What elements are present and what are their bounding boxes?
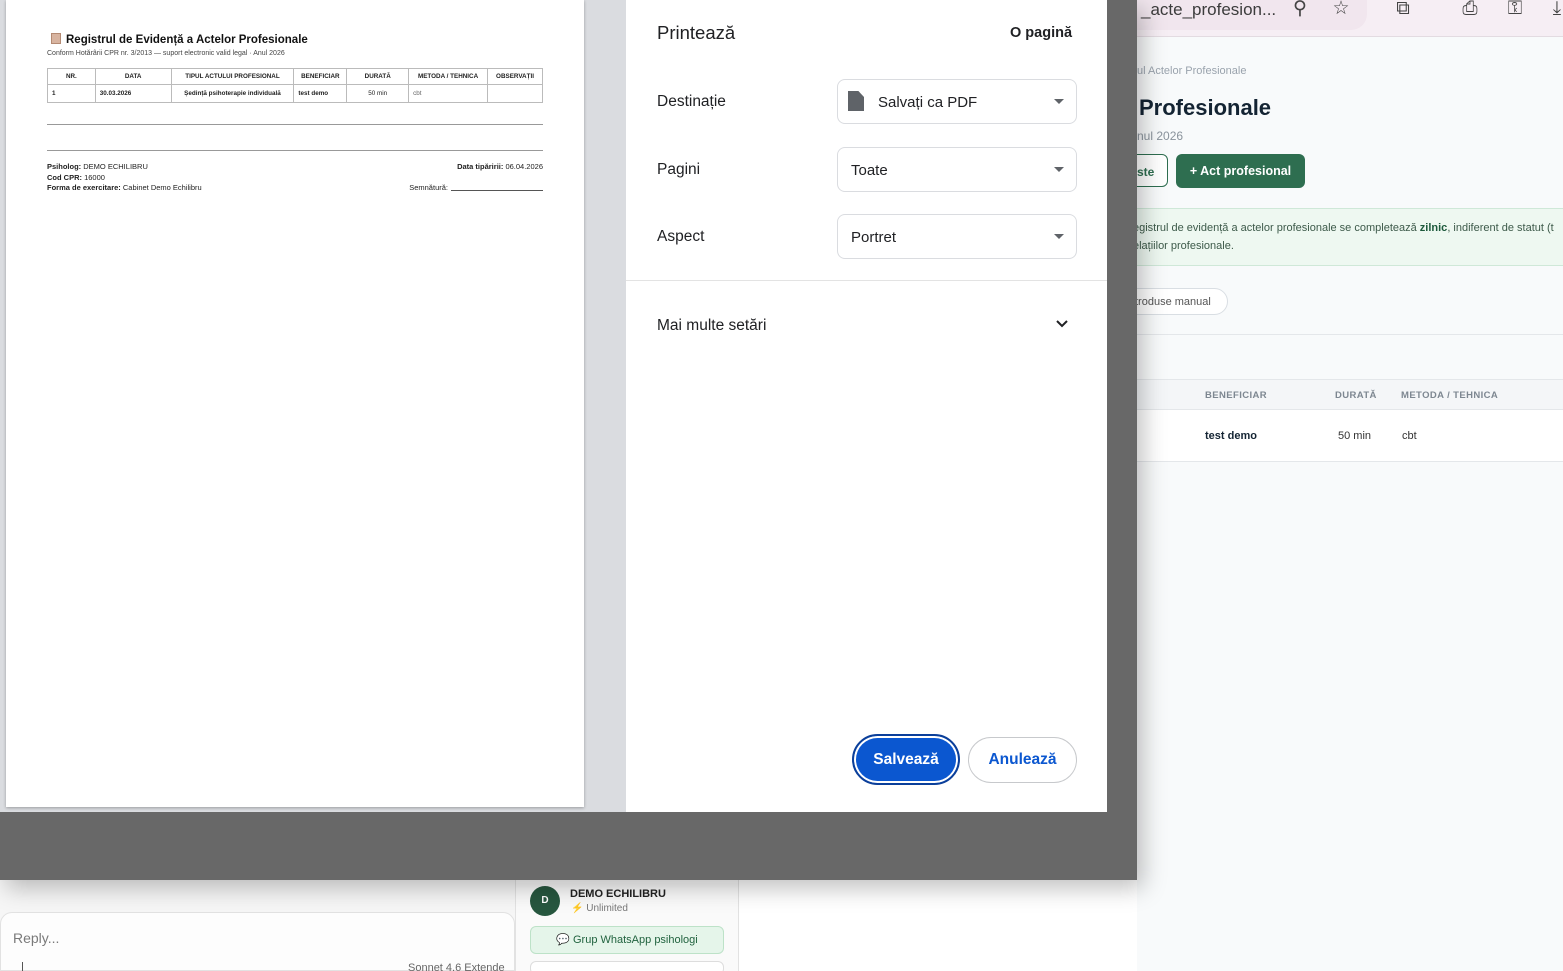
zoom-icon[interactable]: ⚲ <box>1288 0 1312 22</box>
model-selector[interactable]: Sonnet 4.6 Extende <box>408 962 505 971</box>
column-header-beneficiar[interactable]: BENEFICIAR <box>1205 390 1267 401</box>
cell-durata: 50 min <box>1338 430 1372 442</box>
user-plan: ⚡ Unlimited <box>571 903 628 914</box>
column-header-metoda[interactable]: METODA / TEHNICA <box>1401 390 1498 401</box>
cell-data: 30.03.2026 <box>94 84 172 103</box>
col-tip: TIPUL ACTULUI PROFESIONAL <box>170 68 295 85</box>
pages-value: Toate <box>851 162 888 179</box>
chevron-down-icon[interactable] <box>1055 317 1069 331</box>
dropdown-arrow-icon <box>1054 99 1064 104</box>
notice-line-1: egistrul de evidență a actelor profesion… <box>1133 222 1554 234</box>
breadcrumb[interactable]: ul Actelor Profesionale <box>1137 65 1246 77</box>
pages-label: Pagini <box>657 161 701 178</box>
settings-divider <box>626 280 1107 281</box>
cell-nr: 1 <box>47 84 96 103</box>
forma-exercitare-line: Forma de exercitare: Cabinet Demo Echili… <box>47 183 202 192</box>
destination-value: Salvați ca PDF <box>878 94 978 111</box>
cell-tip: Ședință psihoterapie individuală <box>170 84 295 103</box>
notice-line-2: elațiilor profesionale. <box>1133 240 1234 252</box>
signature-blank <box>451 190 543 191</box>
signature-line: Semnătură: <box>409 183 543 192</box>
add-act-button[interactable]: + Act profesional <box>1176 154 1305 188</box>
text-caret <box>22 962 23 971</box>
print-icon[interactable]: ⎙ <box>1458 0 1482 22</box>
key-icon[interactable]: ⚿ <box>1503 0 1527 22</box>
table-row: 1 30.03.2026 Ședință psihoterapie indivi… <box>47 84 543 103</box>
layout-value: Portret <box>851 229 897 246</box>
whatsapp-group-button[interactable]: 💬 Grup WhatsApp psihologi <box>530 926 724 954</box>
book-icon <box>51 33 61 44</box>
bolt-icon: ⚡ <box>571 903 584 914</box>
layout-select[interactable]: Portret <box>837 214 1077 259</box>
address-bar-text[interactable]: _acte_profesion... <box>1141 0 1276 20</box>
psiholog-line: Psiholog: DEMO ECHILIBRU <box>47 162 148 171</box>
cell-beneficiar: test demo <box>1205 430 1257 442</box>
download-icon[interactable]: ⤓ <box>1545 0 1563 22</box>
column-header-durata[interactable]: DURATĂ <box>1335 390 1377 401</box>
print-date-line: Data tipăririi: 06.04.2026 <box>457 162 543 171</box>
col-beneficiar: BENEFICIAR <box>293 68 348 85</box>
destination-select[interactable]: Salvați ca PDF <box>837 79 1077 124</box>
document-subtitle: Conform Hotărârii CPR nr. 3/2013 — supor… <box>47 50 285 57</box>
cell-metoda: cbt <box>1402 430 1417 442</box>
dropdown-arrow-icon <box>1054 234 1064 239</box>
page-title: Profesionale <box>1139 95 1272 120</box>
pages-select[interactable]: Toate <box>837 147 1077 192</box>
col-nr: NR. <box>47 68 96 85</box>
preview-page <box>6 0 584 807</box>
cell-metoda: cbt <box>408 84 489 103</box>
reply-placeholder[interactable]: Reply... <box>13 930 59 946</box>
document-title: Registrul de Evidență a Actelor Profesio… <box>51 33 308 46</box>
user-name: DEMO ECHILIBRU <box>570 888 666 900</box>
destination-label: Destinație <box>657 93 726 110</box>
extensions-icon[interactable]: ⧉ <box>1391 0 1415 22</box>
star-icon[interactable]: ☆ <box>1329 0 1353 22</box>
page-count: O pagină <box>1010 25 1073 41</box>
preview-gutter <box>584 0 626 812</box>
page-subtitle: nul 2026 <box>1137 129 1184 143</box>
secondary-button[interactable] <box>530 961 724 971</box>
info-notice <box>1120 208 1563 266</box>
document-icon <box>848 91 864 111</box>
col-data: DATA <box>94 68 172 85</box>
document-divider <box>47 124 543 125</box>
cancel-button[interactable]: Anulează <box>968 737 1077 783</box>
more-settings-toggle[interactable]: Mai multe setări <box>657 317 766 335</box>
cell-durata: 50 min <box>346 84 410 103</box>
col-durata: DURATĂ <box>346 68 410 85</box>
register-table: NR. DATA TIPUL ACTULUI PROFESIONAL BENEF… <box>47 68 543 103</box>
cod-cpr-line: Cod CPR: 16000 <box>47 173 105 182</box>
divider <box>1120 334 1563 335</box>
save-button[interactable]: Salvează <box>852 734 960 785</box>
document-divider <box>47 150 543 151</box>
cell-observatii <box>487 84 543 103</box>
avatar[interactable]: D <box>530 886 560 916</box>
print-title: Printează <box>657 22 736 43</box>
col-observatii: OBSERVAȚII <box>487 68 543 85</box>
layout-label: Aspect <box>657 228 705 245</box>
dropdown-arrow-icon <box>1054 167 1064 172</box>
cell-beneficiar: test demo <box>293 84 348 103</box>
col-metoda: METODA / TEHNICA <box>408 68 489 85</box>
